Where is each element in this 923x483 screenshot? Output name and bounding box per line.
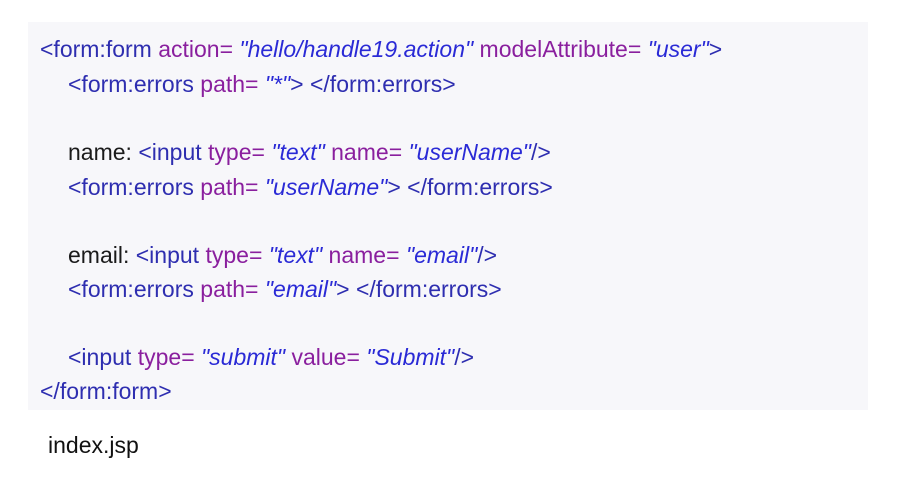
file-name-caption: index.jsp <box>48 432 139 458</box>
code-token-attribute: path <box>200 71 246 97</box>
code-token-equals: = <box>388 139 409 165</box>
code-token-equals: = <box>245 276 265 302</box>
code-token-attribute: value <box>285 344 347 370</box>
code-token-tag: <input <box>68 344 138 370</box>
code-token-equals: = <box>627 36 648 62</box>
code-token-attribute: name <box>324 139 389 165</box>
code-token-equals: = <box>181 344 202 370</box>
code-line-errors-email: <form:errors path= "email"> </form:error… <box>68 274 502 304</box>
code-token-tag: /> <box>477 242 498 268</box>
code-token-tag: > </form:errors> <box>387 174 553 200</box>
code-token-equals: = <box>386 242 406 268</box>
code-line-form-close: </form:form> <box>40 376 172 406</box>
code-token-attribute: type <box>137 344 182 370</box>
code-token-tag: <form:form <box>40 36 159 62</box>
code-token-text: email: <box>68 242 136 268</box>
code-token-tag: > <box>708 36 723 62</box>
code-line-form-open: <form:form action= "hello/handle19.actio… <box>40 34 722 64</box>
code-token-string: "userName" <box>264 174 388 200</box>
code-token-string: "userName" <box>408 139 531 165</box>
code-token-attribute: name <box>322 242 387 268</box>
code-token-tag: > </form:errors> <box>336 276 502 302</box>
code-token-tag: /> <box>454 344 475 370</box>
code-token-attribute: type <box>205 242 249 268</box>
code-token-tag: <form:errors <box>68 71 201 97</box>
code-token-string: "*" <box>264 71 291 97</box>
code-token-tag: <form:errors <box>68 174 201 200</box>
slide: <form:form action= "hello/handle19.actio… <box>0 0 923 483</box>
code-token-text: name: <box>68 139 139 165</box>
code-token-tag: <input <box>135 242 206 268</box>
code-token-string: "Submit" <box>366 344 455 370</box>
code-token-equals: = <box>346 344 367 370</box>
code-token-equals: = <box>251 139 272 165</box>
code-token-string: "hello/handle19.action" <box>239 36 474 62</box>
code-line-name-input: name: <input type= "text" name= "userNam… <box>68 137 551 167</box>
code-token-equals: = <box>245 174 265 200</box>
code-token-attribute: path <box>200 174 246 200</box>
code-token-attribute: modelAttribute <box>473 36 628 62</box>
code-token-tag: <input <box>138 139 209 165</box>
code-token-tag: /> <box>530 139 551 165</box>
code-line-submit-input: <input type= "submit" value= "Submit"/> <box>68 342 474 372</box>
code-token-attribute: action <box>158 36 220 62</box>
code-token-attribute: type <box>208 139 252 165</box>
code-token-equals: = <box>245 71 265 97</box>
code-line-errors-username: <form:errors path= "userName"> </form:er… <box>68 172 553 202</box>
code-line-errors-all: <form:errors path= "*"> </form:errors> <box>68 69 456 99</box>
code-token-string: "text" <box>271 139 325 165</box>
code-token-equals: = <box>219 36 240 62</box>
code-token-string: "submit" <box>201 344 286 370</box>
code-token-tag: > </form:errors> <box>290 71 456 97</box>
code-token-string: "user" <box>647 36 709 62</box>
code-token-tag: </form:form> <box>40 378 172 404</box>
code-token-tag: <form:errors <box>68 276 201 302</box>
code-line-email-input: email: <input type= "text" name= "email"… <box>68 240 497 270</box>
code-token-string: "email" <box>405 242 478 268</box>
code-token-string: "text" <box>268 242 323 268</box>
code-token-string: "email" <box>264 276 337 302</box>
code-token-attribute: path <box>200 276 246 302</box>
code-token-equals: = <box>248 242 269 268</box>
